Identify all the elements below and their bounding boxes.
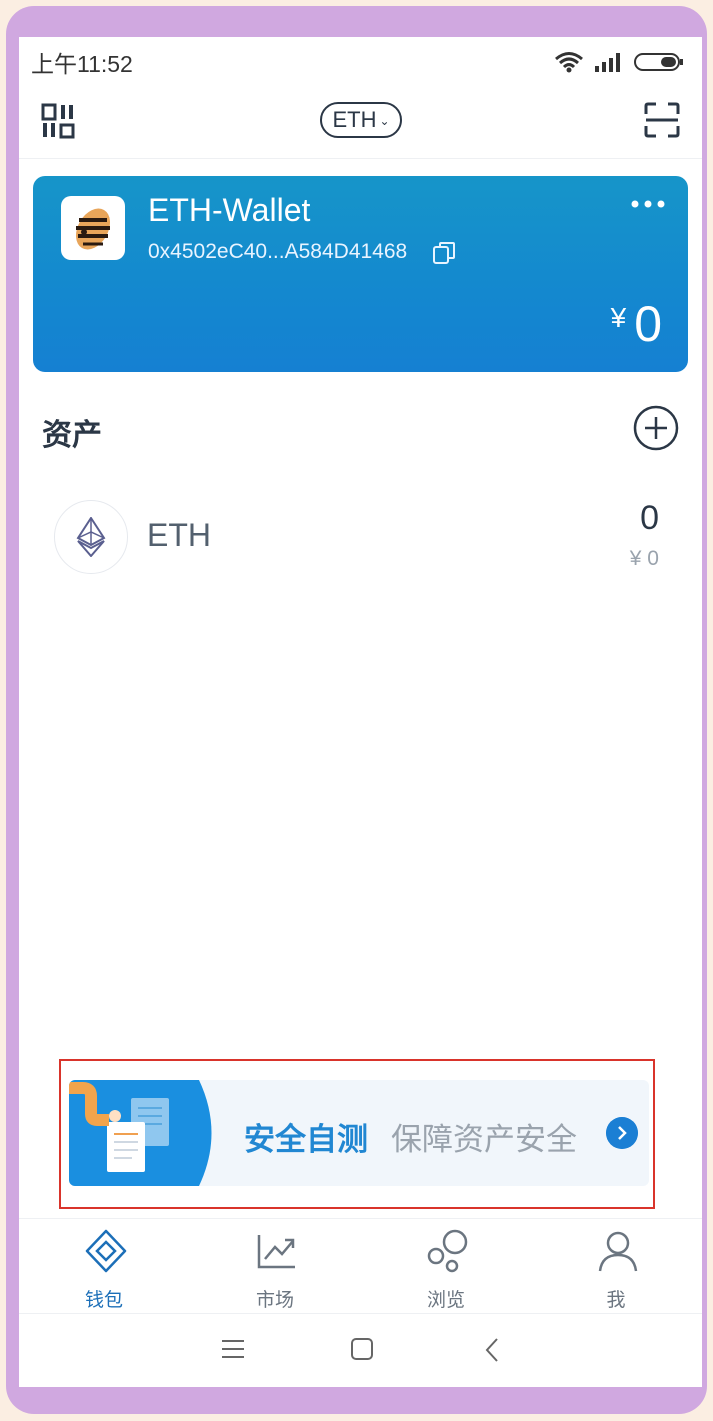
nav-label-profile: 我 [606,1290,626,1311]
nav-label-browse: 浏览 [426,1290,465,1311]
network-label: ETH [332,107,377,132]
banner-title: 安全自测 [244,1122,368,1157]
asset-amount: 0 [640,499,659,537]
system-nav-bar [19,1313,702,1387]
top-bar: ETH ⌄ [19,87,702,159]
browse-icon [427,1229,468,1273]
menu-icon[interactable] [221,1337,245,1361]
nav-item-market[interactable]: 市场 [215,1219,335,1313]
phone-screen: 上午11:52 ETH ⌄ ETH-Wallet 0x4502eC40...A5… [19,37,702,1387]
wallet-avatar-image [75,208,111,250]
wallet-card[interactable]: ETH-Wallet 0x4502eC40...A584D41468 ¥ 0 [33,176,688,372]
banner-subtitle: 保障资产安全 [391,1122,577,1157]
assets-title: 资产 [42,419,102,452]
status-icons [554,51,684,73]
asset-row-eth[interactable]: ETH 0 ¥ 0 [19,497,702,579]
signal-icon [595,53,620,72]
copy-icon[interactable] [433,242,455,264]
wallet-icon [85,1229,127,1273]
receive-qr-icon[interactable] [41,103,77,139]
wallet-address: 0x4502eC40...A584D41468 [148,240,408,263]
scan-icon[interactable] [644,102,680,138]
wallet-name: ETH-Wallet [148,192,311,228]
home-icon[interactable] [350,1337,374,1361]
chevron-right-icon[interactable] [606,1117,638,1149]
asset-symbol: ETH [147,517,211,553]
profile-icon [598,1231,638,1272]
nav-item-wallet[interactable]: 钱包 [44,1219,164,1313]
security-illustration [69,1080,212,1186]
chevron-down-icon: ⌄ [379,114,390,128]
ethereum-icon [54,500,128,574]
nav-item-browse[interactable]: 浏览 [386,1219,506,1313]
more-options-icon[interactable] [630,198,666,210]
add-asset-icon[interactable] [633,405,679,451]
currency-symbol: ¥ [610,302,627,333]
asset-fiat-value: ¥ 0 [629,547,659,570]
nav-label-market: 市场 [255,1290,294,1311]
balance-amount: 0 [634,296,662,352]
wallet-avatar [61,196,125,260]
nav-item-profile[interactable]: 我 [556,1219,676,1313]
back-icon[interactable] [483,1337,503,1363]
wallet-balance: ¥ 0 [611,296,662,352]
network-selector[interactable]: ETH ⌄ [320,102,402,138]
wifi-icon [555,52,583,73]
battery-icon [634,53,683,71]
bottom-nav: 钱包 市场 浏览 我 [19,1218,702,1312]
market-icon [257,1235,295,1269]
status-time: 上午11:52 [31,51,133,77]
security-check-banner[interactable]: 安全自测 保障资产安全 [69,1080,649,1186]
status-bar: 上午11:52 [19,37,702,87]
nav-label-wallet: 钱包 [84,1290,123,1311]
